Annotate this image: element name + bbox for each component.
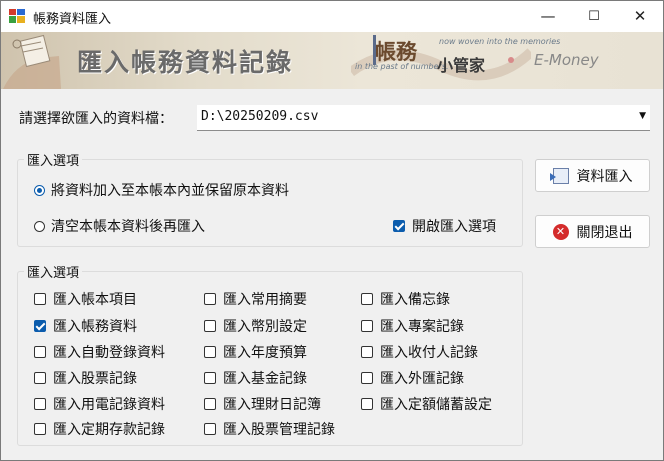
checkbox-label: 匯入定期存款記錄 bbox=[53, 422, 165, 438]
header-banner: 匯入帳務資料記錄 帳務 now woven into the memories … bbox=[1, 32, 663, 89]
brand-text: E-Money bbox=[534, 51, 599, 69]
checkbox-import-stocks[interactable]: 匯入股票記錄 bbox=[34, 368, 137, 388]
checkbox-indicator[interactable] bbox=[204, 423, 216, 435]
chevron-down-icon[interactable]: ▼ bbox=[639, 111, 646, 121]
checkbox-indicator[interactable] bbox=[204, 398, 216, 410]
checkbox-indicator[interactable] bbox=[34, 320, 46, 332]
checkbox-indicator[interactable] bbox=[361, 372, 373, 384]
checkbox-import-currency[interactable]: 匯入幣別設定 bbox=[204, 316, 307, 336]
import-button-label: 資料匯入 bbox=[576, 168, 633, 185]
checkbox-label: 匯入備忘錄 bbox=[380, 292, 450, 308]
close-button-label: 關閉退出 bbox=[576, 224, 633, 241]
file-select[interactable]: D:\20250209.csv ▼ bbox=[197, 105, 650, 131]
slogan-line-1: now woven into the memories bbox=[439, 37, 561, 46]
checkbox-label: 匯入理財日記簿 bbox=[223, 397, 321, 413]
checkbox-import-time-deposits[interactable]: 匯入定期存款記錄 bbox=[34, 419, 165, 439]
checkbox-indicator[interactable] bbox=[204, 293, 216, 305]
checkbox-label: 匯入外匯記錄 bbox=[380, 371, 464, 387]
window-title: 帳務資料匯入 bbox=[33, 12, 112, 27]
title-bar: 帳務資料匯入 — ☐ ✕ bbox=[1, 1, 663, 32]
radio-indicator[interactable] bbox=[34, 184, 45, 196]
import-button[interactable]: 資料匯入 bbox=[535, 159, 650, 192]
banner-title: 匯入帳務資料記錄 bbox=[77, 48, 294, 77]
checkbox-label: 開啟匯入選項 bbox=[412, 219, 496, 235]
checkbox-label: 匯入帳務資料 bbox=[53, 319, 137, 335]
checkbox-label: 匯入自動登錄資料 bbox=[53, 345, 165, 361]
radio-label: 將資料加入至本帳本內並保留原本資料 bbox=[51, 183, 289, 199]
checkbox-indicator[interactable] bbox=[361, 320, 373, 332]
checkbox-import-stock-management[interactable]: 匯入股票管理記錄 bbox=[204, 419, 335, 439]
checkbox-import-forex[interactable]: 匯入外匯記錄 bbox=[361, 368, 464, 388]
checkbox-import-projects[interactable]: 匯入專案記錄 bbox=[361, 316, 464, 336]
checkbox-indicator[interactable] bbox=[393, 220, 405, 232]
checkbox-indicator[interactable] bbox=[361, 293, 373, 305]
checkbox-label: 匯入收付人記錄 bbox=[380, 345, 478, 361]
checkbox-import-payees[interactable]: 匯入收付人記錄 bbox=[361, 342, 478, 362]
enable-options-checkbox[interactable]: 開啟匯入選項 bbox=[393, 216, 496, 236]
checkbox-import-accounts[interactable]: 匯入帳務資料 bbox=[34, 316, 137, 336]
checkbox-label: 匯入年度預算 bbox=[223, 345, 307, 361]
close-window-button[interactable]: ✕ bbox=[617, 1, 663, 32]
group-title: 匯入選項 bbox=[24, 150, 83, 169]
checkbox-indicator[interactable] bbox=[204, 372, 216, 384]
checkbox-import-annual-budget[interactable]: 匯入年度預算 bbox=[204, 342, 307, 362]
checkbox-indicator[interactable] bbox=[361, 346, 373, 358]
minimize-button[interactable]: — bbox=[525, 1, 571, 32]
checkbox-indicator[interactable] bbox=[34, 398, 46, 410]
checkbox-label: 匯入專案記錄 bbox=[380, 319, 464, 335]
checkbox-label: 匯入幣別設定 bbox=[223, 319, 307, 335]
maximize-button[interactable]: ☐ bbox=[571, 1, 617, 32]
checkbox-import-finance-diary[interactable]: 匯入理財日記簿 bbox=[204, 394, 321, 414]
close-button[interactable]: ✕ 關閉退出 bbox=[535, 215, 650, 248]
checkbox-import-memo[interactable]: 匯入備忘錄 bbox=[361, 289, 450, 309]
file-select-label: 請選擇欲匯入的資料檔： bbox=[19, 111, 173, 127]
checkbox-label: 匯入基金記錄 bbox=[223, 371, 307, 387]
radio-label: 清空本帳本資料後再匯入 bbox=[51, 219, 205, 235]
checkbox-import-fixed-savings[interactable]: 匯入定額儲蓄設定 bbox=[361, 394, 492, 414]
radio-keep-existing[interactable]: 將資料加入至本帳本內並保留原本資料 bbox=[34, 180, 289, 200]
slogan-line-2: in the past of numbers. bbox=[355, 62, 449, 71]
checkbox-indicator[interactable] bbox=[204, 346, 216, 358]
logo-subtitle: 小管家 bbox=[437, 56, 486, 75]
checkbox-label: 匯入股票管理記錄 bbox=[223, 422, 335, 438]
checkbox-label: 匯入帳本項目 bbox=[53, 292, 137, 308]
checkbox-indicator[interactable] bbox=[34, 293, 46, 305]
checkbox-import-auto-entries[interactable]: 匯入自動登錄資料 bbox=[34, 342, 165, 362]
checkbox-label: 匯入常用摘要 bbox=[223, 292, 307, 308]
checkbox-indicator[interactable] bbox=[34, 346, 46, 358]
checkbox-label: 匯入用電記錄資料 bbox=[53, 397, 165, 413]
checkbox-indicator[interactable] bbox=[204, 320, 216, 332]
radio-indicator[interactable] bbox=[34, 220, 45, 232]
checkbox-indicator[interactable] bbox=[34, 423, 46, 435]
group-title: 匯入選項 bbox=[24, 262, 83, 281]
radio-clear-then-import[interactable]: 清空本帳本資料後再匯入 bbox=[34, 216, 205, 236]
checkbox-import-electricity[interactable]: 匯入用電記錄資料 bbox=[34, 394, 165, 414]
checkbox-indicator[interactable] bbox=[34, 372, 46, 384]
checkbox-import-funds[interactable]: 匯入基金記錄 bbox=[204, 368, 307, 388]
import-dialog: 帳務資料匯入 — ☐ ✕ 匯入帳務資料記錄 帳務 now woven into … bbox=[0, 0, 664, 461]
checkbox-import-ledger-items[interactable]: 匯入帳本項目 bbox=[34, 289, 137, 309]
close-icon: ✕ bbox=[552, 223, 569, 240]
app-icon bbox=[9, 9, 25, 23]
checkbox-label: 匯入股票記錄 bbox=[53, 371, 137, 387]
import-icon bbox=[549, 167, 569, 184]
file-select-value: D:\20250209.csv bbox=[201, 109, 319, 124]
checkbox-indicator[interactable] bbox=[361, 398, 373, 410]
notebook-illustration bbox=[3, 34, 61, 89]
checkbox-import-common-summary[interactable]: 匯入常用摘要 bbox=[204, 289, 307, 309]
checkbox-label: 匯入定額儲蓄設定 bbox=[380, 397, 492, 413]
